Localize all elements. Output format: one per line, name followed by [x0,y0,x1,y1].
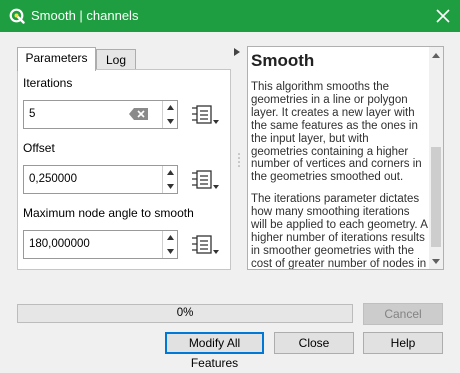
spin-down-icon[interactable] [163,180,178,193]
help-button[interactable]: Help [363,332,443,354]
max-angle-value[interactable]: 180,000000 [29,238,90,250]
offset-spinbox[interactable]: 0,250000 [23,165,178,194]
collapse-help-arrow-icon[interactable] [234,48,240,56]
scrollbar-thumb[interactable] [431,147,441,247]
iterations-spinbox[interactable]: 5 [23,100,178,129]
help-scrollbar[interactable] [429,47,443,269]
tab-log-label: Log [105,53,127,67]
help-paragraph: The iterations parameter dictates how ma… [251,193,428,270]
help-pane: Smooth This algorithm smooths the geomet… [247,46,444,270]
max-angle-label: Maximum node angle to smooth [23,206,194,220]
offset-value[interactable]: 0,250000 [29,173,77,185]
splitter-handle[interactable] [238,153,240,167]
iterations-value[interactable]: 5 [29,108,35,120]
help-text: Smooth This algorithm smooths the geomet… [251,51,428,270]
tab-parameters[interactable]: Parameters [17,47,96,71]
iterations-label: Iterations [23,76,73,90]
help-paragraph: This algorithm smooths the geometries in… [251,81,422,184]
qgis-logo-icon [9,8,25,24]
spin-down-icon[interactable] [163,115,178,128]
spin-up-icon[interactable] [163,231,178,244]
progress-bar: 0% [17,304,353,323]
cancel-button[interactable]: Cancel [363,303,443,325]
spin-down-icon[interactable] [163,245,178,258]
offset-label: Offset [23,141,55,155]
progress-text: 0% [176,307,194,319]
help-title: Smooth [251,51,315,70]
modify-all-features-button[interactable]: Modify All Features [165,332,264,370]
tab-parameters-label: Parameters [25,51,88,65]
data-defined-override-icon[interactable] [189,103,221,127]
scroll-down-icon[interactable] [432,259,440,265]
data-defined-override-icon[interactable] [189,233,221,257]
spin-up-icon[interactable] [163,166,178,179]
close-icon[interactable] [434,7,452,25]
close-button[interactable]: Close [274,332,354,354]
data-defined-override-icon[interactable] [189,168,221,192]
spin-up-icon[interactable] [163,101,178,114]
tab-log[interactable]: Log [96,49,136,71]
max-angle-spinbox[interactable]: 180,000000 [23,230,178,259]
scroll-up-icon[interactable] [432,52,440,58]
window-title: Smooth | channels [31,8,139,23]
clear-value-icon[interactable] [128,107,150,121]
title-bar: Smooth | channels [0,0,460,32]
